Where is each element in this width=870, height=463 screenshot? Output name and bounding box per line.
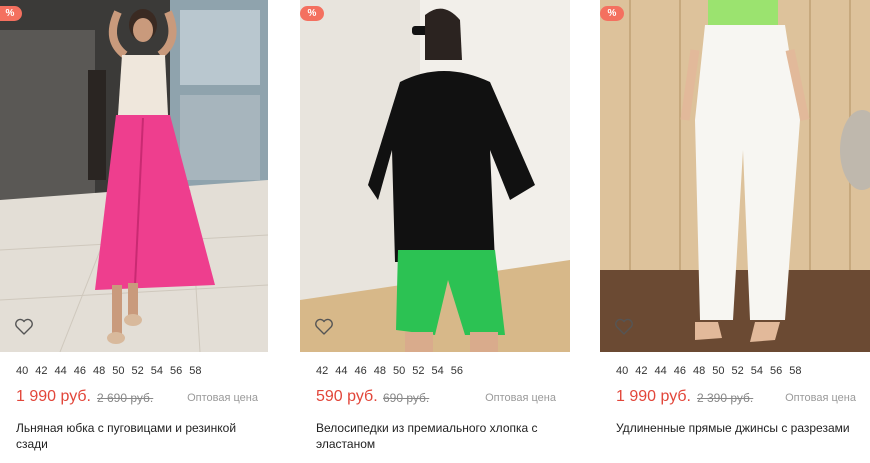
size-option[interactable]: 48: [93, 365, 105, 377]
wholesale-price-link[interactable]: Оптовая цена: [485, 392, 556, 404]
product-title[interactable]: Удлиненные прямые джинсы с разрезами: [616, 420, 856, 436]
price-row: 1 990 руб. 2 690 руб. Оптовая цена: [16, 388, 258, 408]
current-price: 590 руб.: [316, 388, 378, 405]
heart-icon[interactable]: [14, 318, 34, 336]
product-photo[interactable]: [600, 0, 870, 352]
discount-badge: %: [0, 6, 22, 21]
size-list: 42 44 46 48 50 52 54 56: [316, 365, 470, 377]
product-card[interactable]: % 42 44 46 48 50 52 54 56 590 руб. 690 р…: [300, 0, 570, 463]
size-option[interactable]: 56: [451, 365, 463, 377]
size-option[interactable]: 48: [693, 365, 705, 377]
product-card[interactable]: % 40 42 44 46 48 50 52 54 56 58 1 990 ру…: [0, 0, 268, 463]
old-price: 690 руб.: [383, 391, 430, 405]
size-option[interactable]: 40: [16, 365, 28, 377]
size-option[interactable]: 44: [55, 365, 67, 377]
size-option[interactable]: 54: [751, 365, 763, 377]
product-photo[interactable]: [0, 0, 268, 352]
size-option[interactable]: 42: [316, 365, 328, 377]
size-option[interactable]: 52: [412, 365, 424, 377]
discount-badge: %: [600, 6, 624, 21]
product-title[interactable]: Льняная юбка с пуговицами и резинкой сза…: [16, 420, 256, 452]
size-option[interactable]: 58: [789, 365, 801, 377]
size-option[interactable]: 46: [674, 365, 686, 377]
size-option[interactable]: 56: [770, 365, 782, 377]
size-option[interactable]: 40: [616, 365, 628, 377]
size-list: 40 42 44 46 48 50 52 54 56 58: [616, 365, 809, 377]
size-list: 40 42 44 46 48 50 52 54 56 58: [16, 365, 209, 377]
product-title[interactable]: Велосипедки из премиального хлопка с эла…: [316, 420, 556, 452]
size-option[interactable]: 46: [355, 365, 367, 377]
discount-badge: %: [300, 6, 324, 21]
wholesale-price-link[interactable]: Оптовая цена: [187, 392, 258, 404]
current-price: 1 990 руб.: [16, 388, 91, 405]
wholesale-price-link[interactable]: Оптовая цена: [785, 392, 856, 404]
price-row: 1 990 руб. 2 390 руб. Оптовая цена: [616, 388, 856, 408]
product-photo[interactable]: [300, 0, 570, 352]
product-grid: % 40 42 44 46 48 50 52 54 56 58 1 990 ру…: [0, 0, 870, 463]
size-option[interactable]: 50: [712, 365, 724, 377]
size-option[interactable]: 52: [732, 365, 744, 377]
size-option[interactable]: 58: [189, 365, 201, 377]
price-row: 590 руб. 690 руб. Оптовая цена: [316, 388, 556, 408]
product-card[interactable]: % 40 42 44 46 48 50 52 54 56 58 1 990 ру…: [600, 0, 870, 463]
heart-icon[interactable]: [614, 318, 634, 336]
size-option[interactable]: 42: [635, 365, 647, 377]
size-option[interactable]: 50: [112, 365, 124, 377]
size-option[interactable]: 54: [151, 365, 163, 377]
size-option[interactable]: 44: [335, 365, 347, 377]
size-option[interactable]: 46: [74, 365, 86, 377]
size-option[interactable]: 44: [655, 365, 667, 377]
heart-icon[interactable]: [314, 318, 334, 336]
size-option[interactable]: 50: [393, 365, 405, 377]
old-price: 2 390 руб.: [697, 391, 754, 405]
size-option[interactable]: 42: [35, 365, 47, 377]
size-option[interactable]: 52: [132, 365, 144, 377]
current-price: 1 990 руб.: [616, 388, 691, 405]
size-option[interactable]: 56: [170, 365, 182, 377]
size-option[interactable]: 48: [374, 365, 386, 377]
size-option[interactable]: 54: [432, 365, 444, 377]
old-price: 2 690 руб.: [97, 391, 154, 405]
